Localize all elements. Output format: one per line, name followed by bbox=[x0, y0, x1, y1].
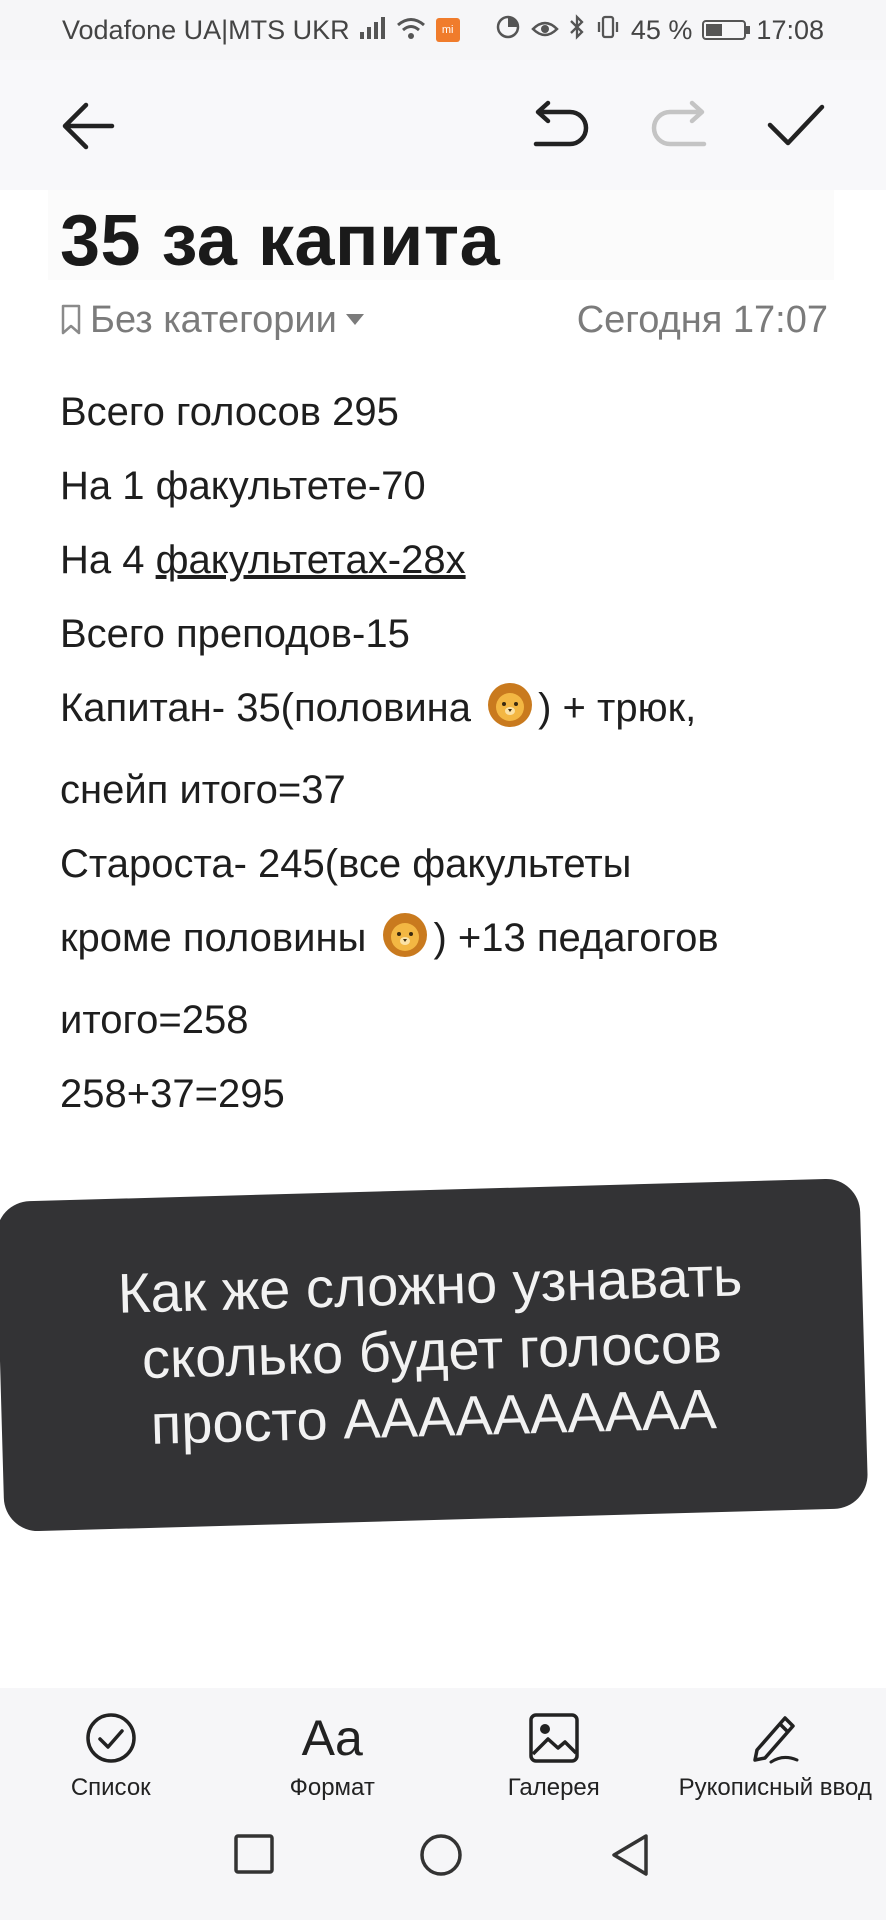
note-line: Капитан- 35(половина ) + трюк, bbox=[60, 671, 850, 753]
data-saver-icon bbox=[495, 14, 521, 47]
format-glyph: Aa bbox=[301, 1710, 363, 1766]
list-button[interactable]: Список bbox=[11, 1688, 211, 1802]
note-line: 258+37=295 bbox=[60, 1072, 285, 1116]
note-line: На 4 факультетах-28х bbox=[60, 523, 850, 597]
signal-icon bbox=[359, 15, 386, 46]
vibrate-icon bbox=[595, 14, 621, 47]
bluetooth-icon bbox=[569, 13, 585, 47]
format-button[interactable]: Aa Формат bbox=[232, 1688, 432, 1802]
note-line: итого=258 bbox=[60, 998, 249, 1042]
arrow-left-icon bbox=[62, 102, 115, 150]
bookmark-icon bbox=[61, 304, 81, 335]
note-body[interactable]: Всего голосов 295 На 1 факультете-70 На … bbox=[60, 375, 850, 1131]
note-text: Капитан- 35(половина bbox=[60, 686, 483, 730]
circle-icon bbox=[420, 1834, 462, 1876]
note-text: На 4 bbox=[60, 538, 156, 582]
status-bar: Vodafone UA|MTS UKR mi 45 % 17:08 bbox=[0, 0, 886, 60]
back-button[interactable] bbox=[50, 88, 126, 164]
note-line: На 1 факультете-70 bbox=[60, 464, 426, 508]
battery-level bbox=[706, 24, 723, 36]
home-button[interactable] bbox=[418, 1832, 468, 1882]
note-line: снейп итого=37 bbox=[60, 768, 346, 812]
gallery-label: Галерея bbox=[507, 1774, 600, 1801]
note-text: кроме половины bbox=[60, 916, 378, 960]
list-label: Список bbox=[70, 1774, 151, 1801]
battery-icon bbox=[702, 20, 751, 40]
lion-face-icon bbox=[381, 909, 429, 983]
note-line: Староста- 245(все факультеты bbox=[60, 842, 632, 886]
status-time: 17:08 bbox=[756, 14, 824, 45]
carrier-name: Vodafone UA|MTS UKR bbox=[62, 14, 350, 45]
note-meta: Без категории Сегодня 17:07 bbox=[60, 290, 828, 350]
battery-percent: 45 % bbox=[630, 14, 693, 45]
status-right: 45 % 17:08 bbox=[495, 13, 824, 47]
checklist-icon bbox=[85, 1710, 137, 1766]
lion-face-icon bbox=[486, 679, 534, 753]
caption-text: Как же сложно узнавать сколько будет гол… bbox=[37, 1241, 826, 1461]
format-label: Формат bbox=[289, 1774, 375, 1801]
eye-comfort-icon bbox=[531, 15, 559, 46]
square-icon bbox=[234, 1834, 274, 1874]
gallery-button[interactable]: Галерея bbox=[454, 1688, 654, 1802]
title-field[interactable]: 35 за капита bbox=[48, 190, 834, 281]
done-button[interactable] bbox=[758, 88, 834, 164]
mi-app-icon: mi bbox=[435, 18, 460, 42]
recents-button[interactable] bbox=[232, 1832, 282, 1882]
category-label: Без категории bbox=[90, 298, 337, 341]
text-format-icon: Aa bbox=[302, 1710, 363, 1766]
check-icon bbox=[767, 104, 825, 146]
redo-icon bbox=[651, 100, 707, 147]
note-text: ) +13 педагогов bbox=[433, 916, 719, 960]
redo-button[interactable] bbox=[642, 88, 718, 164]
wifi-icon bbox=[396, 15, 426, 46]
note-line: Всего голосов 295 bbox=[60, 390, 399, 434]
nav-back-button[interactable] bbox=[608, 1832, 658, 1882]
note-timestamp: Сегодня 17:07 bbox=[576, 298, 828, 341]
undo-icon bbox=[533, 100, 589, 147]
image-icon bbox=[528, 1710, 580, 1766]
note-line: Всего преподов-15 bbox=[60, 612, 410, 656]
chevron-down-icon bbox=[345, 314, 364, 325]
note-toolbar bbox=[0, 60, 886, 190]
caption-overlay: Как же сложно узнавать сколько будет гол… bbox=[0, 1178, 869, 1532]
note-title: 35 за капита bbox=[60, 201, 501, 281]
triangle-back-icon bbox=[612, 1834, 648, 1876]
category-selector[interactable]: Без категории bbox=[60, 299, 365, 342]
handwriting-label: Рукописный ввод bbox=[678, 1774, 872, 1801]
edit-bar: Список Aa Формат Галерея Рукописный ввод bbox=[0, 1688, 886, 1802]
handwriting-button[interactable]: Рукописный ввод bbox=[675, 1688, 875, 1802]
note-text: ) + трюк, bbox=[538, 686, 697, 730]
undo-button[interactable] bbox=[522, 88, 598, 164]
note-line: кроме половины ) +13 педагогов bbox=[60, 901, 850, 983]
status-left: Vodafone UA|MTS UKR mi bbox=[62, 15, 460, 46]
underlined-text: факультетах-28х bbox=[155, 538, 466, 582]
pen-icon bbox=[747, 1710, 803, 1766]
system-nav-bar bbox=[0, 1800, 886, 1920]
